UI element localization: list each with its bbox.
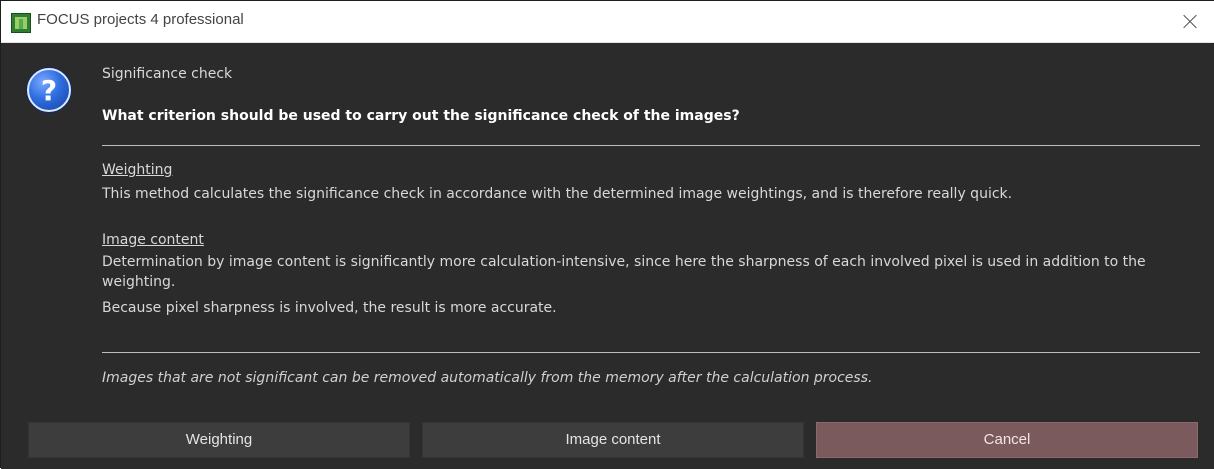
section-text-weighting: This method calculates the significance … <box>102 186 1013 202</box>
dialog-question: What criterion should be used to carry o… <box>102 108 740 124</box>
section-heading-weighting: Weighting <box>102 162 173 178</box>
focus-app-icon <box>11 13 31 33</box>
question-icon: ? <box>27 68 71 112</box>
window-title: FOCUS projects 4 professional <box>37 11 244 28</box>
question-icon-glyph: ? <box>40 74 58 107</box>
dialog-note: Images that are not significant can be r… <box>102 370 873 386</box>
section-heading-image-content: Image content <box>102 232 204 248</box>
dialog-content: ? Significance check What criterion shou… <box>1 44 1214 469</box>
bottom-divider <box>102 352 1200 353</box>
image-content-button[interactable]: Image content <box>422 422 804 458</box>
top-divider <box>102 145 1200 146</box>
section-text-accuracy: Because pixel sharpness is involved, the… <box>102 300 557 316</box>
dialog-subtitle: Significance check <box>102 66 233 82</box>
close-icon[interactable] <box>1173 9 1205 35</box>
cancel-button[interactable]: Cancel <box>816 422 1198 458</box>
title-bar: FOCUS projects 4 professional <box>1 1 1214 43</box>
section-text-image-content: Determination by image content is signif… <box>102 254 1146 290</box>
weighting-button[interactable]: Weighting <box>28 422 410 458</box>
dialog-window: FOCUS projects 4 professional ? Signific… <box>0 0 1214 469</box>
